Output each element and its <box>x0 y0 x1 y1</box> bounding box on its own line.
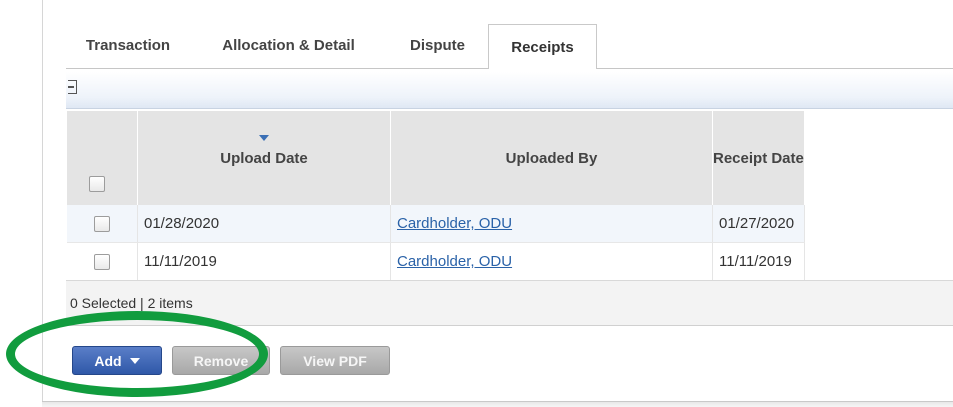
sort-desc-icon <box>259 135 269 141</box>
uploaded-by-link[interactable]: Cardholder, ODU <box>397 215 512 232</box>
column-label: Receipt Date <box>713 149 804 167</box>
remove-button-label: Remove <box>193 352 249 369</box>
column-header-receipt-date[interactable]: Receipt Date <box>712 111 805 205</box>
row-select-cell <box>66 205 138 243</box>
table-row[interactable]: 11/11/2019 Cardholder, ODU 11/11/2019 <box>66 242 805 281</box>
column-header-uploaded-by[interactable]: Uploaded By <box>390 111 713 205</box>
receipt-date-cell: 11/11/2019 <box>712 242 805 281</box>
tab-allocation-detail[interactable]: Allocation & Detail <box>190 24 388 67</box>
tab-transaction[interactable]: Transaction <box>66 24 191 67</box>
tab-dispute[interactable]: Dispute <box>387 24 489 67</box>
view-pdf-button[interactable]: View PDF <box>280 346 390 375</box>
remove-button[interactable]: Remove <box>172 346 270 375</box>
upload-date-cell: 01/28/2020 <box>137 205 391 243</box>
table-row[interactable]: 01/28/2020 Cardholder, ODU 01/27/2020 <box>66 205 805 243</box>
selection-status: 0 Selected | 2 items <box>66 280 953 326</box>
select-all-checkbox[interactable] <box>89 176 105 192</box>
view-pdf-button-label: View PDF <box>303 352 367 369</box>
row-checkbox[interactable] <box>93 216 110 233</box>
row-select-cell <box>66 242 138 281</box>
collapse-icon[interactable] <box>68 80 77 94</box>
tab-bar: Transaction Allocation & Detail Dispute … <box>66 24 953 69</box>
uploaded-by-link[interactable]: Cardholder, ODU <box>397 253 512 270</box>
selection-status-text: 0 Selected | 2 items <box>70 295 193 311</box>
section-collapse-bar <box>66 72 953 109</box>
select-all-header <box>66 111 138 205</box>
tab-receipts[interactable]: Receipts <box>488 24 597 69</box>
row-checkbox[interactable] <box>93 254 110 271</box>
panel-bottom-edge <box>42 401 953 407</box>
caret-down-icon <box>129 357 140 364</box>
column-label: Uploaded By <box>505 149 598 167</box>
upload-date-cell: 11/11/2019 <box>137 242 391 281</box>
receipt-date-cell: 01/27/2020 <box>712 205 805 243</box>
uploaded-by-cell: Cardholder, ODU <box>390 205 713 243</box>
add-button[interactable]: Add <box>72 346 162 375</box>
column-label: Upload Date <box>220 149 308 167</box>
receipts-table: Upload Date Uploaded By Receipt Date 01/… <box>66 111 805 281</box>
uploaded-by-cell: Cardholder, ODU <box>390 242 713 281</box>
column-header-upload-date[interactable]: Upload Date <box>137 111 391 205</box>
add-button-label: Add <box>94 352 122 369</box>
